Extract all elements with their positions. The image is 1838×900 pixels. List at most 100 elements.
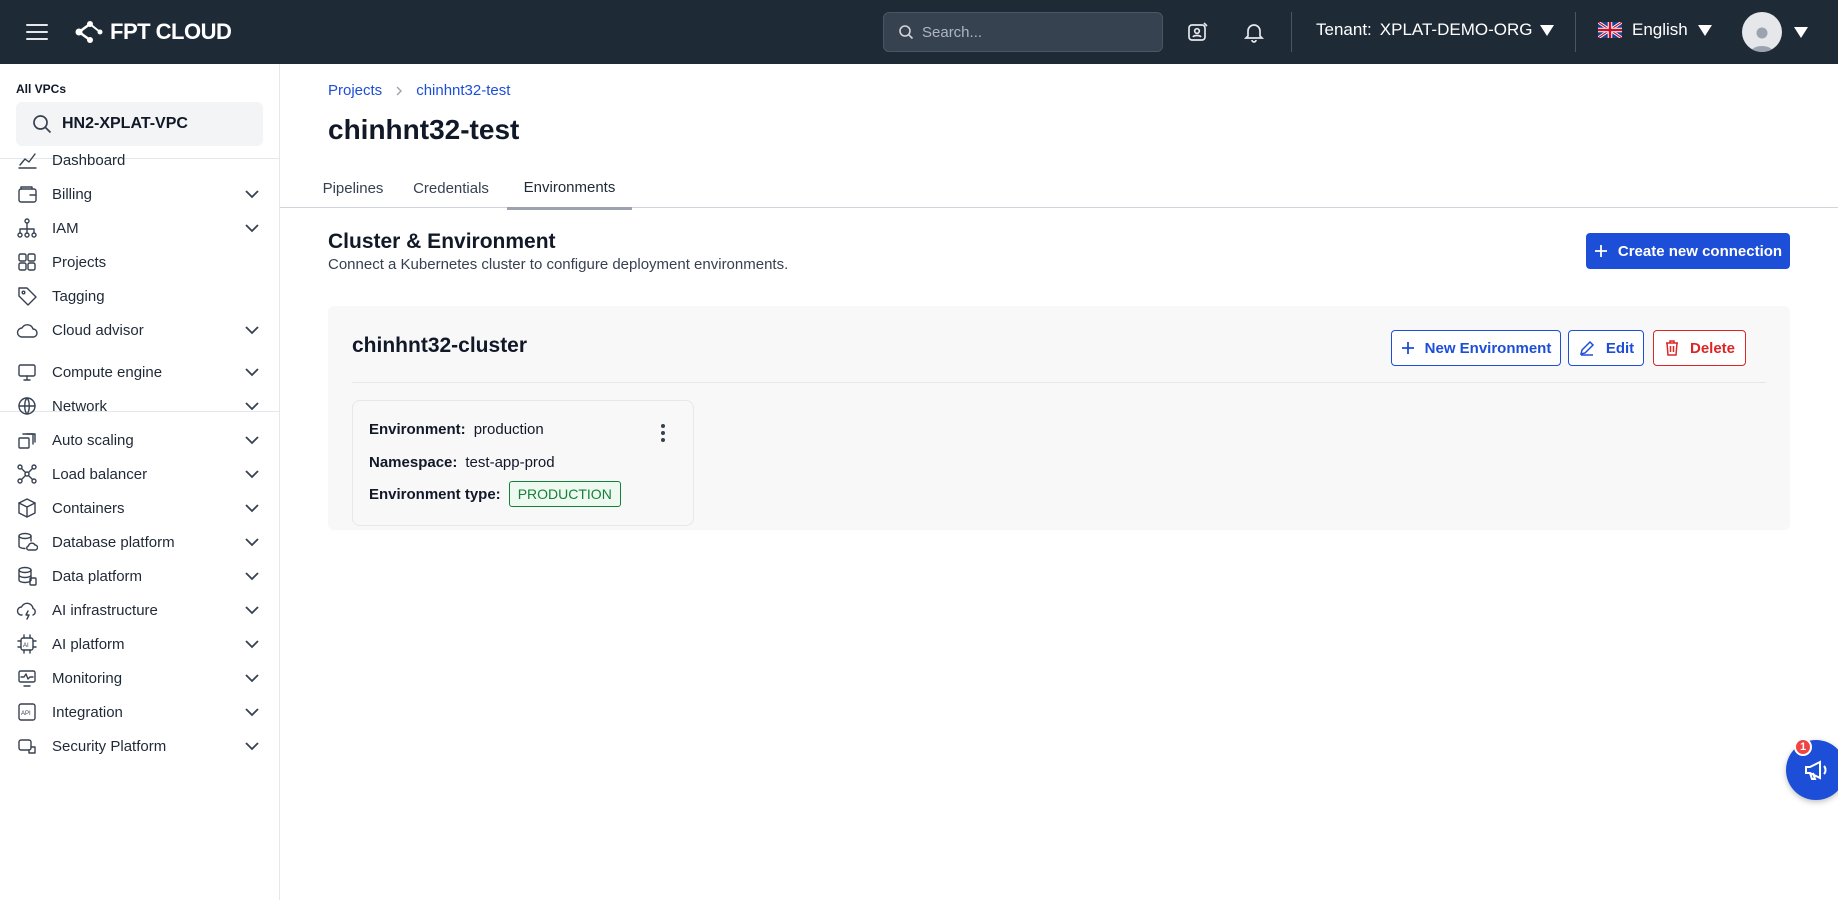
search-input[interactable] xyxy=(922,23,1142,41)
plus-icon xyxy=(1594,245,1607,257)
new-environment-button[interactable]: New Environment xyxy=(1391,330,1561,366)
section-title: Cluster & Environment xyxy=(328,230,556,253)
chevron-down-icon[interactable] xyxy=(241,217,263,239)
sidebar-item-label: Monitoring xyxy=(52,669,123,687)
notification-badge: 1 xyxy=(1794,738,1812,756)
hierarchy-icon xyxy=(16,217,38,239)
divider xyxy=(1575,12,1576,52)
caret-down-icon xyxy=(1697,24,1712,36)
fpt-logo-icon xyxy=(75,21,103,43)
scaling-icon xyxy=(16,429,38,451)
environment-card: Environment: production Namespace: test-… xyxy=(352,400,694,526)
create-connection-label: Create new connection xyxy=(1617,242,1783,260)
sidebar-item-label: Projects xyxy=(52,253,107,271)
breadcrumb: Projects chinhnt32-test xyxy=(328,82,510,99)
namespace-value: test-app-prod xyxy=(465,454,555,471)
tab-environments[interactable]: Environments xyxy=(507,168,632,210)
sidebar-item-label: Data platform xyxy=(52,567,143,585)
network-nodes-icon xyxy=(16,463,38,485)
tenant-label: Tenant: xyxy=(1316,20,1372,39)
chevron-right-icon xyxy=(396,86,403,95)
global-search[interactable] xyxy=(883,12,1163,52)
search-icon xyxy=(899,25,914,40)
divider xyxy=(352,382,1766,383)
sidebar-item-label: Dashboard xyxy=(52,151,126,169)
sidebar-item-security-platform[interactable]: Security Platform xyxy=(0,726,279,766)
new-environment-label: New Environment xyxy=(1424,339,1552,357)
edit-button[interactable]: Edit xyxy=(1568,330,1644,366)
database-stack-icon xyxy=(16,565,38,587)
chevron-down-icon[interactable] xyxy=(241,701,263,723)
user-icon xyxy=(1751,27,1773,52)
create-connection-button[interactable]: Create new connection xyxy=(1586,233,1790,269)
chevron-down-icon[interactable] xyxy=(241,463,263,485)
chevron-down-icon[interactable] xyxy=(241,361,263,383)
monitor-pulse-icon xyxy=(16,667,38,689)
chevron-down-icon[interactable] xyxy=(241,429,263,451)
vpc-label: All VPCs xyxy=(16,82,67,96)
sidebar-item-label: Integration xyxy=(52,703,123,721)
chevron-down-icon[interactable] xyxy=(241,183,263,205)
breadcrumb-projects[interactable]: Projects xyxy=(328,82,382,99)
sidebar-item-label: Tagging xyxy=(52,287,105,305)
edit-label: Edit xyxy=(1605,339,1635,357)
tenant-value: XPLAT-DEMO-ORG xyxy=(1379,20,1533,39)
chevron-down-icon[interactable] xyxy=(241,395,263,417)
svg-text:AI: AI xyxy=(23,643,29,649)
avatar[interactable] xyxy=(1742,12,1782,52)
chevron-down-icon[interactable] xyxy=(241,319,263,341)
language-selector[interactable]: English xyxy=(1598,20,1712,40)
sidebar-item-cloud-advisor[interactable]: Cloud advisor xyxy=(0,310,279,350)
chevron-down-icon[interactable] xyxy=(241,667,263,689)
cluster-panel: chinhnt32-cluster New Environment Edit D… xyxy=(328,306,1790,530)
hamburger-menu-icon[interactable] xyxy=(26,17,56,47)
sidebar-item-label: Database platform xyxy=(52,533,175,551)
sidebar-item-label: Network xyxy=(52,397,108,415)
box-icon xyxy=(16,497,38,519)
environment-value: production xyxy=(473,421,544,438)
svg-text:API: API xyxy=(21,711,31,717)
sidebar-item-label: AI platform xyxy=(52,635,125,653)
top-navbar: FPT CLOUD Tenant: XPLAT-DEMO-ORG xyxy=(0,0,1838,64)
delete-label: Delete xyxy=(1689,339,1736,357)
brand-logo[interactable]: FPT CLOUD xyxy=(74,19,232,45)
environment-type-label: Environment type: xyxy=(369,485,501,503)
api-icon: API xyxy=(16,701,38,723)
security-icon xyxy=(16,735,38,757)
database-cloud-icon xyxy=(16,531,38,553)
namespace-row: Namespace: test-app-prod xyxy=(369,454,555,471)
chevron-down-icon[interactable] xyxy=(241,735,263,757)
pencil-icon xyxy=(1579,340,1594,356)
caret-down-icon[interactable] xyxy=(1794,27,1808,38)
search-icon xyxy=(33,115,52,134)
sidebar-item-label: Load balancer xyxy=(52,465,148,483)
tab-bar: Pipelines Credentials Environments xyxy=(280,168,1838,210)
more-options-icon[interactable] xyxy=(649,419,677,447)
caret-down-icon xyxy=(1540,24,1555,36)
environment-type-row: Environment type: PRODUCTION xyxy=(369,481,621,507)
chevron-down-icon[interactable] xyxy=(241,633,263,655)
contact-card-icon[interactable] xyxy=(1184,18,1212,46)
bell-icon[interactable] xyxy=(1240,18,1268,46)
sidebar-item-label: Containers xyxy=(52,499,125,517)
sidebar: All VPCs HN2-XPLAT-VPC Dashboard Billing I… xyxy=(0,64,280,900)
tab-pipelines[interactable]: Pipelines xyxy=(320,168,386,208)
plus-icon xyxy=(1401,342,1414,354)
namespace-label: Namespace: xyxy=(369,454,458,471)
tag-icon xyxy=(16,285,38,307)
tab-credentials[interactable]: Credentials xyxy=(406,168,496,208)
cloud-bolt-icon xyxy=(16,599,38,621)
chevron-down-icon[interactable] xyxy=(241,599,263,621)
chevron-down-icon[interactable] xyxy=(241,531,263,553)
status-badge: PRODUCTION xyxy=(508,481,621,507)
main-content: Projects chinhnt32-test chinhnt32-test P… xyxy=(280,64,1838,900)
delete-button[interactable]: Delete xyxy=(1653,330,1746,366)
tenant-selector[interactable]: Tenant: XPLAT-DEMO-ORG xyxy=(1316,20,1555,40)
divider xyxy=(1291,12,1292,52)
chevron-down-icon[interactable] xyxy=(241,497,263,519)
breadcrumb-current[interactable]: chinhnt32-test xyxy=(416,82,510,99)
cluster-name: chinhnt32-cluster xyxy=(352,334,528,357)
globe-icon xyxy=(16,395,38,417)
chevron-down-icon[interactable] xyxy=(241,565,263,587)
sidebar-item-label: IAM xyxy=(52,219,79,237)
